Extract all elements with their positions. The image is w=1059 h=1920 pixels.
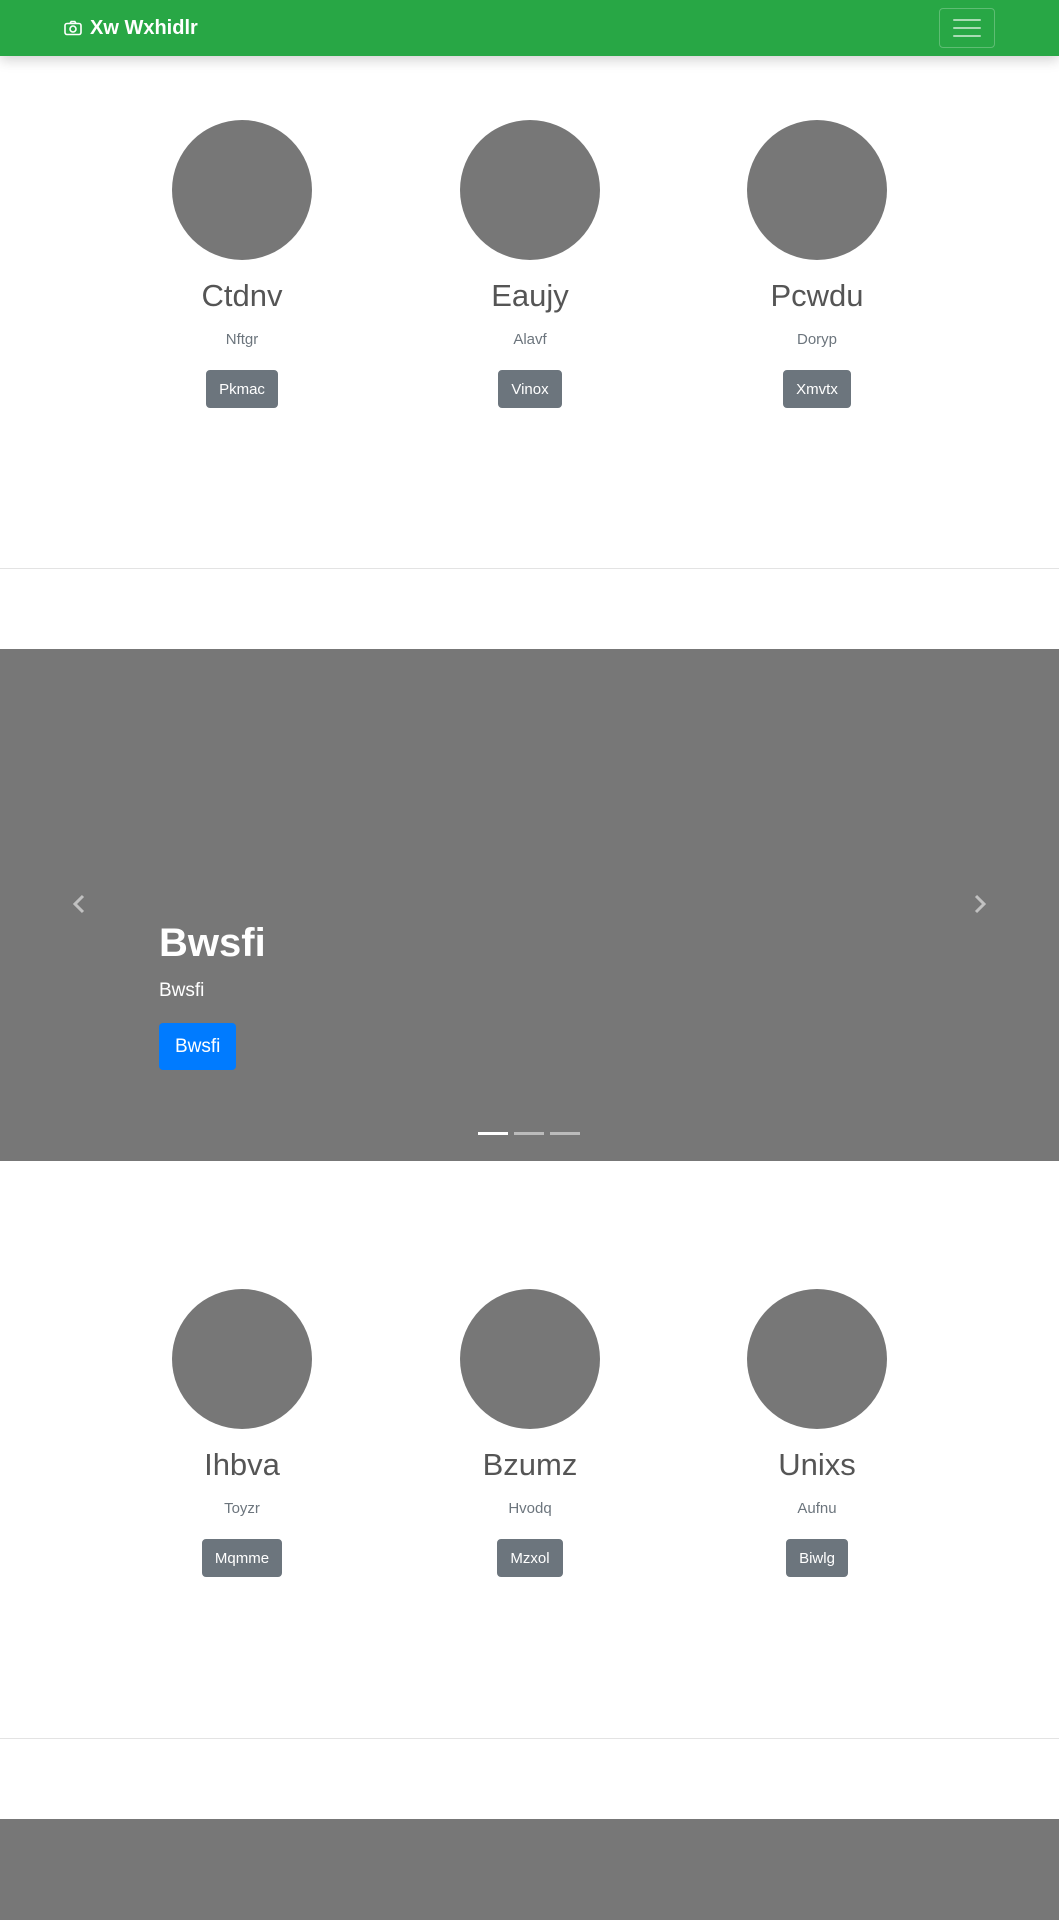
team-member-card: Ihbva Toyzr Mqmme — [122, 1289, 362, 1577]
carousel-prev-button[interactable] — [64, 889, 94, 919]
hamburger-icon-bar — [953, 27, 981, 29]
member-subtitle: Aufnu — [797, 1500, 837, 1517]
carousel-indicators — [478, 1132, 580, 1135]
chevron-left-icon — [72, 894, 85, 914]
carousel-indicator[interactable] — [514, 1132, 544, 1135]
brand-title: Xw Wxhidlr — [90, 16, 198, 39]
section-divider — [0, 1738, 1059, 1739]
hamburger-icon-bar — [953, 35, 981, 37]
avatar — [747, 1289, 887, 1429]
member-subtitle: Alavf — [513, 331, 547, 348]
member-name: Bzumz — [482, 1447, 578, 1482]
team-member-card: Unixs Aufnu Biwlg — [697, 1289, 937, 1577]
member-name: Eaujy — [491, 278, 569, 313]
carousel-caption: Bwsfi Bwsfi Bwsfi — [159, 919, 266, 1070]
member-button[interactable]: Mqmme — [201, 1539, 283, 1577]
navbar: Xw Wxhidlr — [0, 0, 1059, 56]
member-subtitle: Hvodq — [508, 1500, 552, 1517]
carousel-next-section — [0, 1819, 1059, 1920]
member-subtitle: Toyzr — [224, 1500, 260, 1517]
camera-icon — [64, 20, 82, 36]
avatar — [460, 1289, 600, 1429]
carousel-cta-button[interactable]: Bwsfi — [159, 1023, 237, 1070]
avatar — [172, 1289, 312, 1429]
team-member-card: Pcwdu Doryp Xmvtx — [697, 120, 937, 408]
team-member-card: Bzumz Hvodq Mzxol — [410, 1289, 650, 1577]
carousel-indicator[interactable] — [550, 1132, 580, 1135]
member-button[interactable]: Pkmac — [206, 370, 278, 408]
avatar — [460, 120, 600, 260]
member-name: Ctdnv — [201, 278, 283, 313]
member-subtitle: Nftgr — [225, 331, 259, 348]
avatar — [172, 120, 312, 260]
member-name: Pcwdu — [770, 278, 864, 313]
carousel-indicator[interactable] — [478, 1132, 508, 1135]
team-member-card: Ctdnv Nftgr Pkmac — [122, 120, 362, 408]
hamburger-icon-bar — [953, 19, 981, 21]
avatar — [747, 120, 887, 260]
carousel-title: Bwsfi — [159, 921, 266, 965]
carousel-text: Bwsfi — [159, 980, 205, 1001]
brand-link[interactable]: Xw Wxhidlr — [64, 0, 198, 56]
member-subtitle: Doryp — [796, 331, 837, 348]
carousel: Bwsfi Bwsfi Bwsfi — [0, 649, 1059, 1161]
member-button[interactable]: Vinox — [498, 370, 562, 408]
member-name: Ihbva — [204, 1447, 280, 1482]
member-name: Unixs — [778, 1447, 856, 1482]
navbar-toggler-button[interactable] — [939, 8, 995, 48]
section-divider — [0, 568, 1059, 569]
chevron-right-icon — [974, 894, 987, 914]
member-button[interactable]: Biwlg — [786, 1539, 848, 1577]
carousel-next-button[interactable] — [965, 889, 995, 919]
team-member-card: Eaujy Alavf Vinox — [410, 120, 650, 408]
member-button[interactable]: Xmvtx — [783, 370, 851, 408]
member-button[interactable]: Mzxol — [497, 1539, 563, 1577]
